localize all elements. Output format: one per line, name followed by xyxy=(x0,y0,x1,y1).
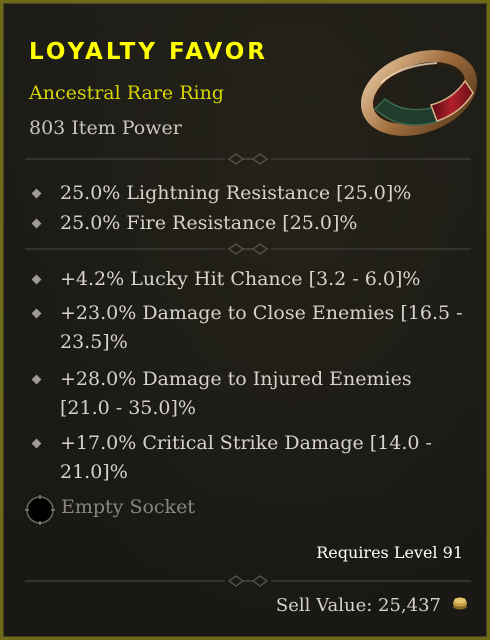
implicit-affix: 25.0% Fire Resistance [25.0]% xyxy=(31,209,463,238)
affix: +23.0% Damage to Close Enemies [16.5 - 2… xyxy=(31,299,463,357)
divider xyxy=(25,243,471,255)
item-tooltip: Loyalty Favor Ancestral Rare Ring 803 It… xyxy=(0,0,490,640)
implicit-affix: 25.0% Lightning Resistance [25.0]% xyxy=(31,179,463,208)
divider xyxy=(25,575,471,587)
affix: +28.0% Damage to Injured Enemies [21.0 -… xyxy=(31,365,463,423)
item-power: 803 Item Power xyxy=(29,117,182,139)
socket-label: Empty Socket xyxy=(61,496,195,518)
item-type: Ancestral Rare Ring xyxy=(29,82,224,104)
required-level: Requires Level 91 xyxy=(316,543,463,562)
affix: +4.2% Lucky Hit Chance [3.2 - 6.0]% xyxy=(31,265,463,294)
sell-value: Sell Value: 25,437 xyxy=(275,595,441,616)
socket-icon xyxy=(25,495,55,525)
item-name: Loyalty Favor xyxy=(29,39,268,65)
ring-icon xyxy=(361,50,478,136)
divider xyxy=(25,153,471,165)
affix: +17.0% Critical Strike Damage [14.0 - 21… xyxy=(31,429,463,487)
gold-icon xyxy=(453,597,467,610)
